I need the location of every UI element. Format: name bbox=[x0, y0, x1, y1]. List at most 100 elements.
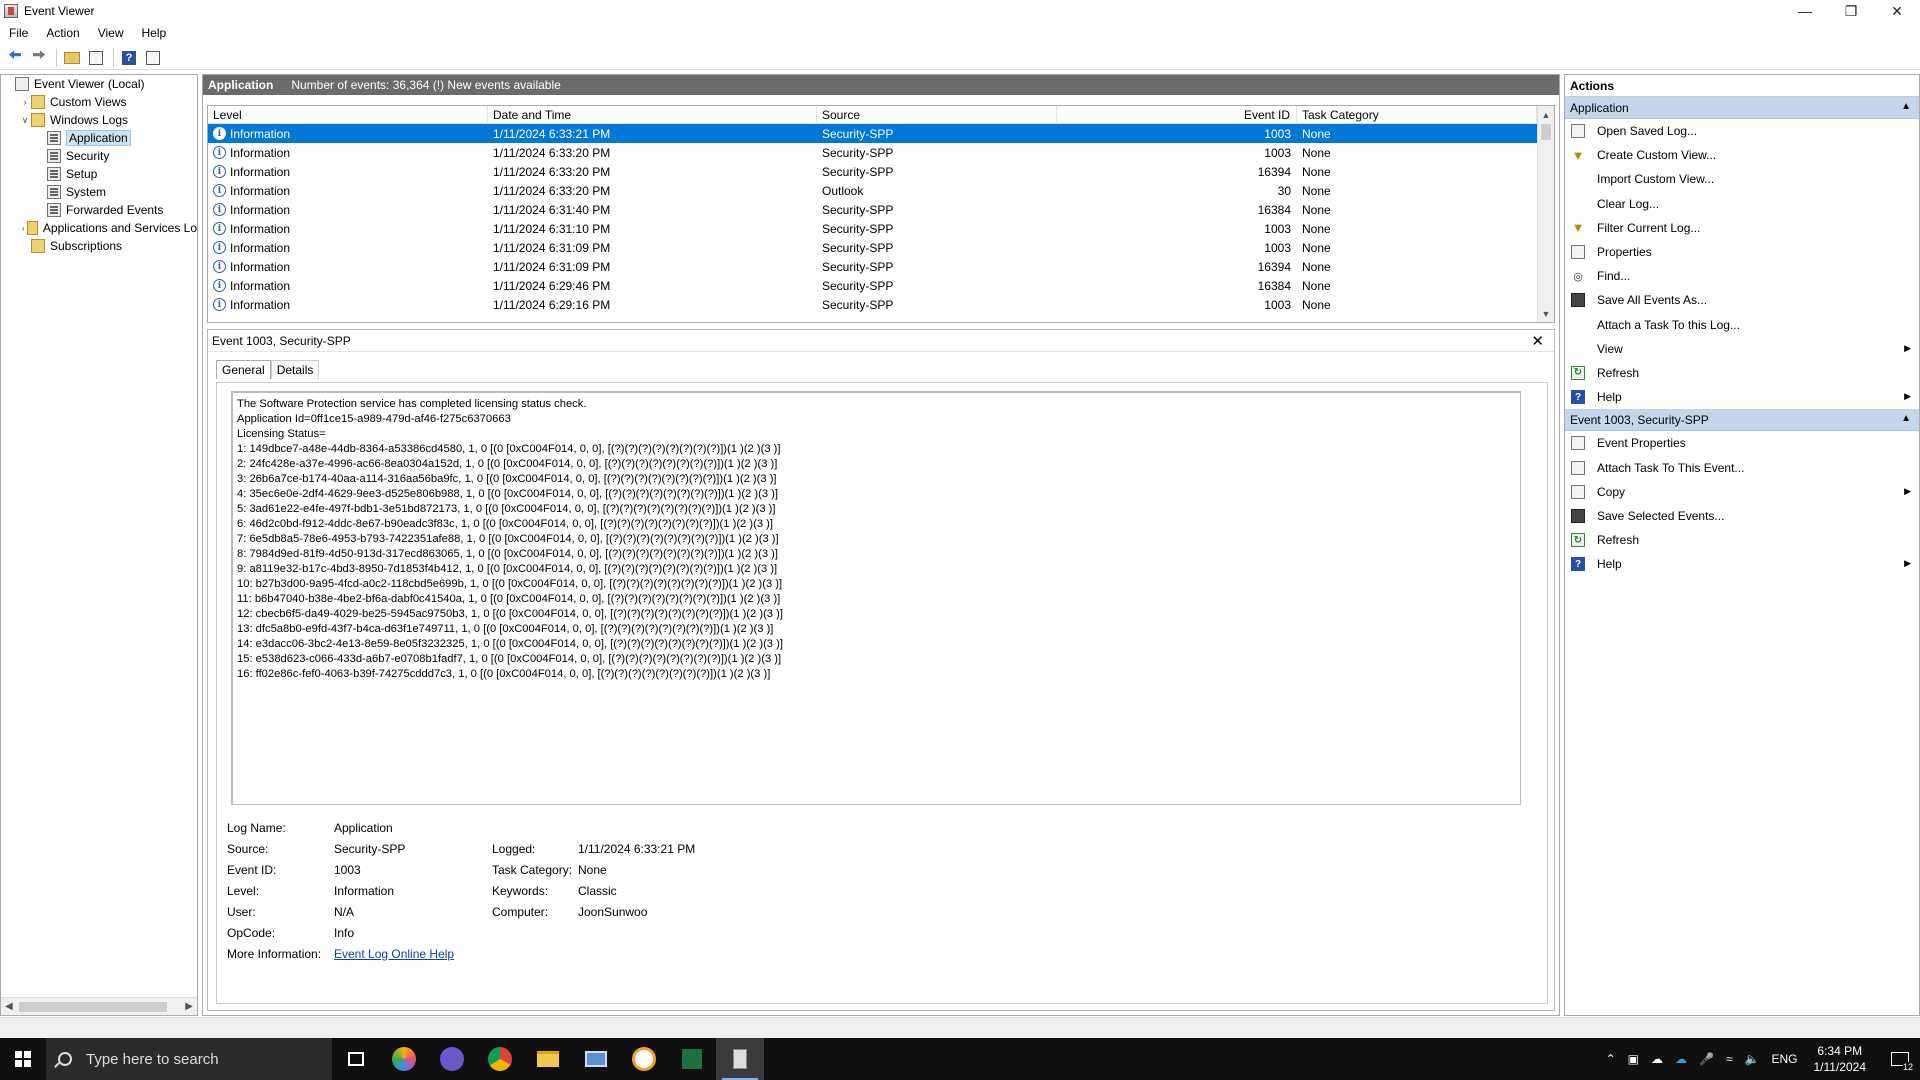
action-properties[interactable]: Properties bbox=[1565, 240, 1919, 264]
scroll-right-icon[interactable]: ▶ bbox=[185, 1001, 193, 1012]
menu-help[interactable]: Help bbox=[133, 26, 176, 40]
action-filter-current-log[interactable]: ▼ Filter Current Log... bbox=[1565, 216, 1919, 240]
event-description[interactable]: The Software Protection service has comp… bbox=[231, 391, 1521, 805]
back-arrow-icon[interactable]: 🠨 bbox=[4, 47, 26, 68]
action-open-saved-log[interactable]: Open Saved Log... bbox=[1565, 119, 1919, 143]
expand-chevron-icon[interactable]: › bbox=[19, 97, 31, 107]
table-row[interactable]: i Information 1/11/2024 6:31:09 PM Security… bbox=[208, 238, 1554, 257]
wifi-icon[interactable]: ≈ bbox=[1726, 1052, 1733, 1066]
column-level[interactable]: Level bbox=[208, 106, 488, 123]
column-source[interactable]: Source bbox=[817, 106, 1057, 123]
table-row[interactable]: i Information 1/11/2024 6:31:10 PM Security… bbox=[208, 219, 1554, 238]
discord-icon[interactable] bbox=[428, 1038, 476, 1080]
onedrive-icon[interactable]: ☁ bbox=[1675, 1052, 1687, 1066]
action-view[interactable]: View ▶ bbox=[1565, 337, 1919, 361]
table-row[interactable]: i Information 1/11/2024 6:29:16 PM Security… bbox=[208, 295, 1554, 314]
close-button[interactable]: ✕ bbox=[1874, 0, 1920, 22]
action-copy[interactable]: Copy ▶ bbox=[1565, 480, 1919, 504]
action-find[interactable]: ◎ Find... bbox=[1565, 264, 1919, 288]
tree-item-event-viewer-local[interactable]: Event Viewer (Local) bbox=[1, 75, 197, 93]
table-row[interactable]: i Information 1/11/2024 6:31:40 PM Security… bbox=[208, 200, 1554, 219]
overwatch-icon[interactable] bbox=[620, 1038, 668, 1080]
actions-section-application[interactable]: Application ▲ bbox=[1565, 97, 1919, 119]
table-row[interactable]: i Information 1/11/2024 6:33:20 PM Security… bbox=[208, 162, 1554, 181]
collapse-icon[interactable]: ▲ bbox=[1901, 413, 1911, 424]
forward-arrow-icon[interactable]: 🠪 bbox=[28, 47, 50, 68]
column-event-id[interactable]: Event ID bbox=[1057, 106, 1297, 123]
close-icon[interactable]: ✕ bbox=[1531, 332, 1544, 350]
tab-general[interactable]: General bbox=[216, 360, 271, 379]
table-row[interactable]: i Information 1/11/2024 6:33:20 PM Security… bbox=[208, 143, 1554, 162]
tree-item-system[interactable]: System bbox=[1, 183, 197, 201]
table-row[interactable]: i Information 1/11/2024 6:29:46 PM Security… bbox=[208, 276, 1554, 295]
microphone-icon[interactable]: 🎤 bbox=[1699, 1052, 1714, 1066]
start-button[interactable] bbox=[0, 1038, 46, 1080]
event-viewer-taskbar-icon[interactable] bbox=[716, 1038, 764, 1080]
language-indicator[interactable]: ENG bbox=[1771, 1052, 1797, 1066]
menu-action[interactable]: Action bbox=[37, 26, 88, 40]
action-help[interactable]: ? Help ▶ bbox=[1565, 385, 1919, 409]
event-log-online-help-link[interactable]: Event Log Online Help bbox=[334, 947, 454, 961]
column-task-category[interactable]: Task Category bbox=[1297, 106, 1537, 123]
remote-desktop-icon[interactable] bbox=[572, 1038, 620, 1080]
tab-details[interactable]: Details bbox=[270, 360, 320, 379]
scroll-down-icon[interactable]: ▼ bbox=[1538, 305, 1554, 322]
notification-center-icon[interactable]: 12 bbox=[1880, 1038, 1920, 1080]
action-attach-task-to-this-event[interactable]: Attach Task To This Event... bbox=[1565, 455, 1919, 479]
action-help[interactable]: ? Help ▶ bbox=[1565, 552, 1919, 576]
tree-item-custom-views[interactable]: › Custom Views bbox=[1, 93, 197, 111]
tree-item-forwarded-events[interactable]: Forwarded Events bbox=[1, 201, 197, 219]
tree-item-applications-and-services-lo[interactable]: › Applications and Services Lo bbox=[1, 219, 197, 237]
action-event-properties[interactable]: Event Properties bbox=[1565, 431, 1919, 455]
action-save-selected-events[interactable]: Save Selected Events... bbox=[1565, 504, 1919, 528]
copilot-icon[interactable] bbox=[380, 1038, 428, 1080]
up-folder-icon[interactable] bbox=[61, 48, 83, 68]
action-import-custom-view[interactable]: Import Custom View... bbox=[1565, 167, 1919, 191]
action-refresh[interactable]: ↻ Refresh bbox=[1565, 528, 1919, 552]
tree-item-application[interactable]: Application bbox=[1, 129, 197, 147]
scroll-thumb[interactable] bbox=[19, 1002, 167, 1012]
events-vertical-scrollbar[interactable]: ▲ ▼ bbox=[1537, 106, 1554, 322]
expand-chevron-icon[interactable]: › bbox=[19, 223, 27, 233]
show-hide-action-pane-icon[interactable] bbox=[142, 48, 164, 68]
show-hide-tree-icon[interactable] bbox=[85, 48, 107, 68]
help-icon[interactable]: ? bbox=[118, 48, 140, 68]
action-refresh[interactable]: ↻ Refresh bbox=[1565, 361, 1919, 385]
submenu-arrow-icon: ▶ bbox=[1904, 485, 1911, 496]
minimize-button[interactable]: — bbox=[1782, 0, 1828, 22]
clock[interactable]: 6:34 PM 1/11/2024 bbox=[1814, 1043, 1867, 1075]
actions-section-event[interactable]: Event 1003, Security-SPP ▲ bbox=[1565, 409, 1919, 432]
tree-item-setup[interactable]: Setup bbox=[1, 165, 197, 183]
scroll-left-icon[interactable]: ◀ bbox=[5, 1001, 13, 1012]
action-attach-a-task-to-this-log[interactable]: Attach a Task To this Log... bbox=[1565, 313, 1919, 337]
action-create-custom-view[interactable]: ▼ Create Custom View... bbox=[1565, 143, 1919, 167]
tree-item-windows-logs[interactable]: ∨ Windows Logs bbox=[1, 111, 197, 129]
menu-file[interactable]: File bbox=[0, 26, 37, 40]
task-view-icon[interactable] bbox=[332, 1038, 380, 1080]
table-row[interactable]: i Information 1/11/2024 6:33:21 PM Security… bbox=[208, 124, 1554, 143]
show-hidden-icons-icon[interactable]: ⌃ bbox=[1606, 1052, 1616, 1066]
tree-horizontal-scrollbar[interactable]: ◀ ▶ bbox=[1, 997, 197, 1015]
excel-icon[interactable] bbox=[668, 1038, 716, 1080]
taskbar-search[interactable]: Type here to search bbox=[46, 1038, 332, 1080]
scroll-up-icon[interactable]: ▲ bbox=[1538, 106, 1554, 123]
restore-button[interactable]: ❐ bbox=[1828, 0, 1874, 22]
chrome-icon[interactable] bbox=[476, 1038, 524, 1080]
file-explorer-icon[interactable] bbox=[524, 1038, 572, 1080]
column-date-time[interactable]: Date and Time bbox=[488, 106, 817, 123]
collapse-icon[interactable]: ▲ bbox=[1901, 101, 1911, 112]
volume-icon[interactable]: 🔈 bbox=[1745, 1052, 1760, 1066]
table-row[interactable]: i Information 1/11/2024 6:33:20 PM Outlook 3… bbox=[208, 181, 1554, 200]
cell-source: Security-SPP bbox=[822, 145, 894, 160]
table-row[interactable]: i Information 1/11/2024 6:31:09 PM Security… bbox=[208, 257, 1554, 276]
action-save-all-events-as[interactable]: Save All Events As... bbox=[1565, 288, 1919, 312]
device-icon[interactable]: ▣ bbox=[1628, 1052, 1639, 1066]
tree-item-security[interactable]: Security bbox=[1, 147, 197, 165]
collapse-chevron-icon[interactable]: ∨ bbox=[19, 115, 31, 126]
menu-view[interactable]: View bbox=[89, 26, 133, 40]
tree-item-subscriptions[interactable]: Subscriptions bbox=[1, 237, 197, 255]
scroll-thumb[interactable] bbox=[1541, 124, 1551, 140]
user-label: User: bbox=[227, 904, 256, 919]
cloud-icon[interactable]: ☁ bbox=[1651, 1052, 1663, 1066]
action-clear-log[interactable]: Clear Log... bbox=[1565, 192, 1919, 216]
